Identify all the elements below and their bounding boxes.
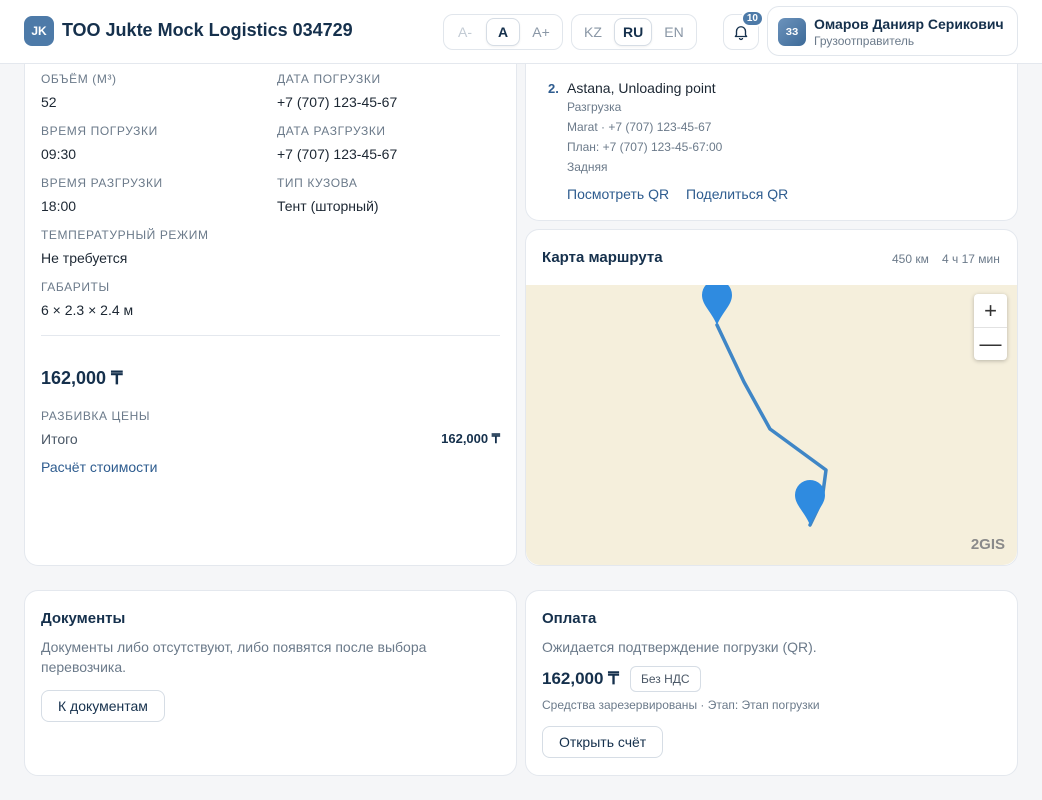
total-label: Итого — [41, 431, 78, 447]
font-size-decrease-button[interactable]: A- — [448, 18, 482, 46]
route-point-title: Astana, Unloading point — [567, 80, 716, 96]
payment-status: Ожидается подтверждение погрузки (QR). — [542, 639, 817, 655]
to-documents-button[interactable]: К документам — [41, 690, 165, 722]
route-point-type: Разгрузка — [567, 100, 622, 114]
field-label: Объём (м³) — [41, 72, 117, 86]
vat-badge: Без НДС — [630, 666, 701, 692]
field-value: 6 × 2.3 × 2.4 м — [41, 302, 134, 318]
price-breakdown-label: Разбивка цены — [41, 409, 151, 423]
start-marker-icon — [702, 285, 732, 325]
open-invoice-button[interactable]: Открыть счёт — [542, 726, 664, 758]
lang-ru-button[interactable]: RU — [614, 18, 653, 46]
divider — [41, 335, 500, 336]
avatar: ЗЗ — [778, 18, 806, 46]
zoom-in-button[interactable]: + — [974, 294, 1007, 327]
price-total: 162,000 ₸ — [41, 368, 123, 388]
zoom-out-button[interactable]: — — [974, 327, 1007, 360]
route-map-canvas — [702, 285, 828, 527]
route-duration: 4 ч 17 мин — [942, 252, 1000, 266]
route-distance: 450 км — [892, 252, 929, 266]
map-title: Карта маршрута — [542, 249, 663, 266]
field-label: Габариты — [41, 280, 110, 294]
company-name: ТОО Jukte Mock Logistics 034729 — [62, 20, 353, 40]
font-size-increase-button[interactable]: A+ — [524, 18, 558, 46]
price-calculation-link[interactable]: Расчёт стоимости — [41, 459, 157, 475]
field-label: Время погрузки — [41, 124, 158, 138]
payment-amount: 162,000 ₸ — [542, 669, 619, 688]
payment-title: Оплата — [542, 610, 597, 627]
cargo-details-card: Объём (м³) 52 Дата погрузки +7 (707) 123… — [24, 64, 517, 566]
user-name: Омаров Данияр Серикович — [814, 16, 1004, 32]
field-value: 18:00 — [41, 198, 77, 214]
field-value: +7 (707) 123-45-67 — [277, 146, 398, 162]
documents-title: Документы — [41, 610, 126, 627]
route-point-plan: План: +7 (707) 123-45-67:00 — [567, 140, 723, 154]
app-header: JK ТОО Jukte Mock Logistics 034729 A- A … — [0, 0, 1042, 64]
notifications-button[interactable]: 10 — [723, 10, 764, 50]
field-label: Тип кузова — [277, 176, 358, 190]
documents-text: Документы либо отсутствуют, либо появятс… — [41, 639, 427, 675]
field-value: 52 — [41, 94, 57, 110]
notifications-badge: 10 — [740, 10, 764, 27]
route-point-loading-side: Задняя — [567, 160, 608, 174]
language-switcher: KZ RU EN — [571, 14, 697, 50]
field-value: 09:30 — [41, 146, 77, 162]
field-value: Тент (шторный) — [277, 198, 379, 214]
payment-card: Оплата Ожидается подтверждение погрузки … — [525, 590, 1018, 776]
user-role: Грузоотправитель — [814, 34, 915, 48]
payment-note: Средства зарезервированы · Этап: Этап по… — [542, 698, 820, 712]
route-map[interactable]: + — 2GIS — [526, 285, 1017, 565]
field-label: Дата разгрузки — [277, 124, 386, 138]
view-qr-link[interactable]: Посмотреть QR — [567, 186, 669, 202]
total-value: 162,000 ₸ — [441, 431, 500, 446]
lang-kz-button[interactable]: KZ — [576, 18, 610, 46]
field-value: +7 (707) 123-45-67 — [277, 94, 398, 110]
company-logo: JK — [24, 16, 54, 46]
field-label: Время разгрузки — [41, 176, 163, 190]
map-provider-logo: 2GIS — [970, 536, 1005, 553]
field-value: Не требуется — [41, 250, 128, 266]
map-zoom-controls: + — — [974, 294, 1007, 360]
route-point-contact: Marat · +7 (707) 123-45-67 — [567, 120, 712, 134]
font-size-switcher: A- A A+ — [443, 14, 563, 50]
field-label: Дата погрузки — [277, 72, 381, 86]
font-size-normal-button[interactable]: A — [486, 18, 520, 46]
field-label: Температурный режим — [41, 228, 209, 242]
documents-card: Документы Документы либо отсутствуют, ли… — [24, 590, 517, 776]
user-profile-button[interactable]: ЗЗ Омаров Данияр Серикович Грузоотправит… — [767, 6, 1018, 56]
share-qr-link[interactable]: Поделиться QR — [686, 186, 788, 202]
route-point-number: 2. — [548, 81, 559, 96]
route-point-card: 2. Astana, Unloading point Разгрузка Mar… — [525, 64, 1018, 221]
end-marker-icon — [795, 480, 825, 525]
lang-en-button[interactable]: EN — [656, 18, 691, 46]
